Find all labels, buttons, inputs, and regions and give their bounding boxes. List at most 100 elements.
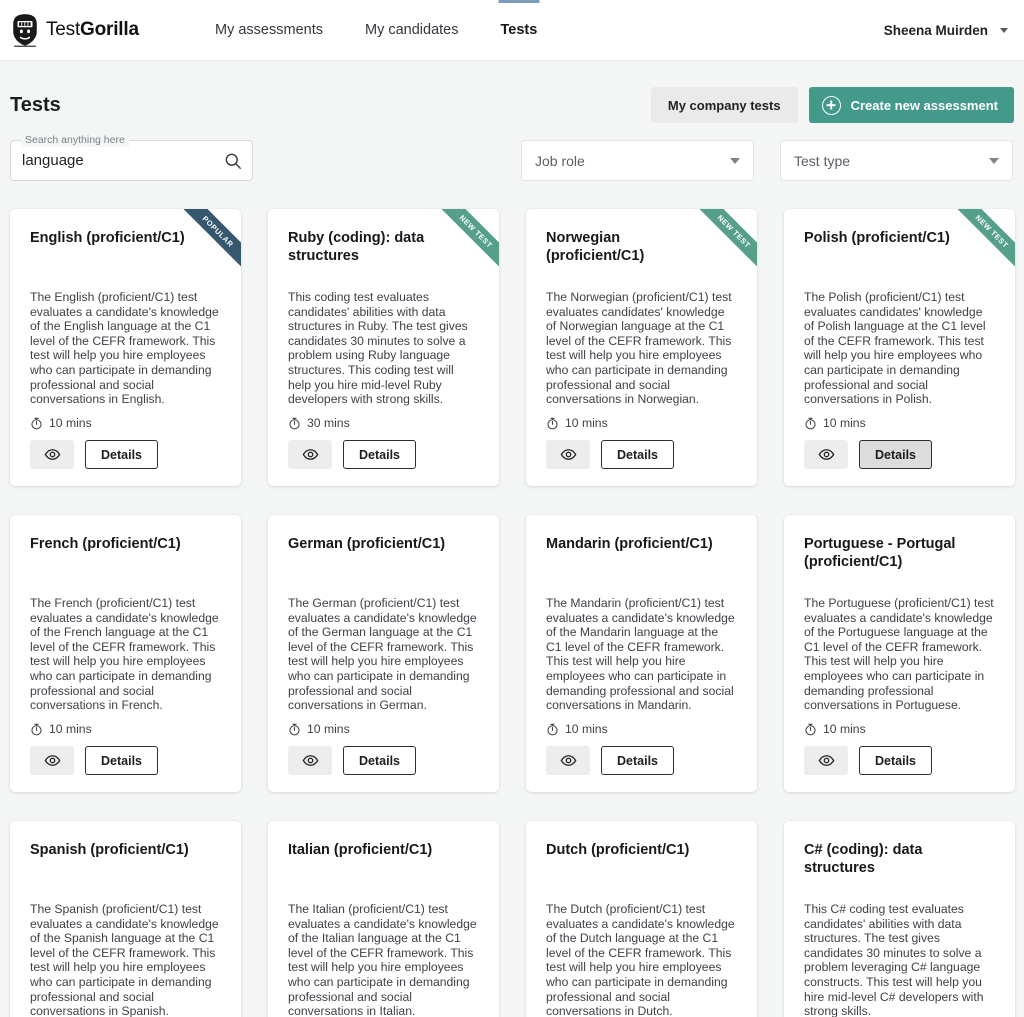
- test-card-title: Ruby (coding): data structures: [288, 230, 425, 264]
- preview-test-button[interactable]: [288, 440, 332, 469]
- test-duration-label: 10 mins: [49, 416, 92, 430]
- search-input[interactable]: [11, 152, 255, 169]
- test-card[interactable]: German (proficient/C1) The German (profic…: [268, 515, 499, 792]
- test-card-footer: 10 mins Details: [804, 416, 995, 469]
- test-card-buttons: Details: [546, 440, 737, 469]
- test-duration: 10 mins: [546, 416, 737, 430]
- test-details-button[interactable]: Details: [601, 440, 674, 469]
- preview-test-button[interactable]: [288, 746, 332, 775]
- chevron-down-icon: [1000, 27, 1008, 33]
- search-field[interactable]: Search anything here: [10, 134, 255, 181]
- test-duration: 10 mins: [546, 722, 737, 736]
- nav-label: Tests: [500, 22, 538, 38]
- test-details-button[interactable]: Details: [343, 746, 416, 775]
- test-card-buttons: Details: [804, 746, 995, 775]
- test-card-buttons: Details: [546, 746, 737, 775]
- test-card-title: Polish (proficient/C1): [804, 230, 950, 246]
- test-duration-label: 10 mins: [565, 722, 608, 736]
- test-card-footer: 10 mins Details: [546, 722, 737, 775]
- test-card[interactable]: French (proficient/C1) The French (profic…: [10, 515, 241, 792]
- clock-icon: [547, 417, 558, 429]
- test-details-button[interactable]: Details: [85, 440, 158, 469]
- test-details-button[interactable]: Details: [601, 746, 674, 775]
- test-details-button[interactable]: Details: [343, 440, 416, 469]
- clock-icon: [289, 723, 300, 735]
- test-card-title: French (proficient/C1): [30, 536, 181, 552]
- test-card-title: Portuguese - Portugal (proficient/C1): [804, 536, 956, 570]
- test-card-title: English (proficient/C1): [30, 230, 185, 246]
- test-card-buttons: Details: [30, 746, 221, 775]
- test-card-description: The Mandarin (proficient/C1) test evalua…: [546, 596, 735, 713]
- test-card[interactable]: NEW TEST Norwegian (proficient/C1) The Nor…: [526, 209, 757, 486]
- preview-test-button[interactable]: [30, 746, 74, 775]
- test-card-buttons: Details: [30, 440, 221, 469]
- test-card-description: The Polish (proficient/C1) test evaluate…: [804, 290, 986, 407]
- eye-icon: [302, 755, 318, 766]
- test-duration-label: 10 mins: [307, 722, 350, 736]
- chevron-down-icon: [989, 157, 999, 164]
- test-card-footer: 30 mins Details: [288, 416, 479, 469]
- clock-icon: [805, 417, 816, 429]
- test-card[interactable]: Italian (proficient/C1) The Italian (prof…: [268, 821, 499, 1017]
- test-duration: 10 mins: [288, 722, 479, 736]
- test-duration-label: 30 mins: [307, 416, 350, 430]
- test-card-description: The English (proficient/C1) test evaluat…: [30, 290, 219, 407]
- test-card[interactable]: NEW TEST Polish (proficient/C1) The Polish…: [784, 209, 1015, 486]
- main-nav: My assessments My candidates Tests: [194, 0, 558, 61]
- test-details-button[interactable]: Details: [859, 440, 932, 469]
- job-role-select-value: Job role: [535, 152, 585, 169]
- test-card-title: C# (coding): data structures: [804, 842, 923, 876]
- user-name: Sheena Muirden: [883, 22, 988, 38]
- preview-test-button[interactable]: [30, 440, 74, 469]
- page-title: Tests: [10, 93, 61, 116]
- preview-test-button[interactable]: [546, 746, 590, 775]
- nav-item-my-candidates[interactable]: My candidates: [344, 0, 480, 61]
- nav-item-tests[interactable]: Tests: [479, 0, 558, 61]
- test-card[interactable]: Portuguese - Portugal (proficient/C1) The…: [784, 515, 1015, 792]
- test-card-title: Mandarin (proficient/C1): [546, 536, 713, 552]
- test-duration: 10 mins: [804, 722, 995, 736]
- test-card-footer: 10 mins Details: [30, 722, 221, 775]
- test-details-button[interactable]: Details: [859, 746, 932, 775]
- filters-row: Search anything here Job role Test type: [10, 134, 1014, 201]
- test-card-buttons: Details: [804, 440, 995, 469]
- clock-icon: [31, 723, 42, 735]
- my-company-tests-button[interactable]: My company tests: [650, 87, 798, 123]
- test-card[interactable]: C# (coding): data structures This C# codi…: [784, 821, 1015, 1017]
- test-card-description: The Portuguese (proficient/C1) test eval…: [804, 596, 994, 713]
- create-new-assessment-button[interactable]: Create new assessment: [808, 87, 1014, 123]
- preview-test-button[interactable]: [546, 440, 590, 469]
- eye-icon: [560, 755, 576, 766]
- tests-grid: POPULAR English (proficient/C1) The Englis…: [10, 201, 1015, 1017]
- clock-icon: [805, 723, 816, 735]
- test-card-footer: 10 mins Details: [30, 416, 221, 469]
- test-duration-label: 10 mins: [49, 722, 92, 736]
- search-icon[interactable]: [224, 152, 242, 170]
- test-card[interactable]: Dutch (proficient/C1) The Dutch (proficie…: [526, 821, 757, 1017]
- brand-logo-link[interactable]: TestGorilla: [10, 13, 190, 47]
- nav-item-my-assessments[interactable]: My assessments: [194, 0, 344, 61]
- page-actions: My company tests Create new assessment: [650, 87, 1014, 123]
- search-field-label: Search anything here: [21, 134, 129, 147]
- test-duration-label: 10 mins: [565, 416, 608, 430]
- test-card-footer: 10 mins Details: [804, 722, 995, 775]
- test-duration: 10 mins: [30, 416, 221, 430]
- eye-icon: [44, 449, 60, 460]
- test-card-description: The Norwegian (proficient/C1) test evalu…: [546, 290, 732, 407]
- test-card-description: The Italian (proficient/C1) test evaluat…: [288, 902, 477, 1017]
- test-card[interactable]: Spanish (proficient/C1) The Spanish (prof…: [10, 821, 241, 1017]
- test-card[interactable]: POPULAR English (proficient/C1) The Englis…: [10, 209, 241, 486]
- preview-test-button[interactable]: [804, 746, 848, 775]
- user-account-menu[interactable]: Sheena Muirden: [884, 23, 1008, 38]
- eye-icon: [44, 755, 60, 766]
- plus-circle-icon: [821, 95, 841, 115]
- job-role-select[interactable]: Job role: [521, 140, 754, 181]
- test-card[interactable]: NEW TEST Ruby (coding): data structures Th…: [268, 209, 499, 486]
- test-duration: 10 mins: [30, 722, 221, 736]
- test-type-select[interactable]: Test type: [780, 140, 1013, 181]
- clock-icon: [289, 417, 300, 429]
- preview-test-button[interactable]: [804, 440, 848, 469]
- top-navigation-bar: TestGorilla My assessments My candidates…: [0, 0, 1024, 61]
- test-card[interactable]: Mandarin (proficient/C1) The Mandarin (pr…: [526, 515, 757, 792]
- test-details-button[interactable]: Details: [85, 746, 158, 775]
